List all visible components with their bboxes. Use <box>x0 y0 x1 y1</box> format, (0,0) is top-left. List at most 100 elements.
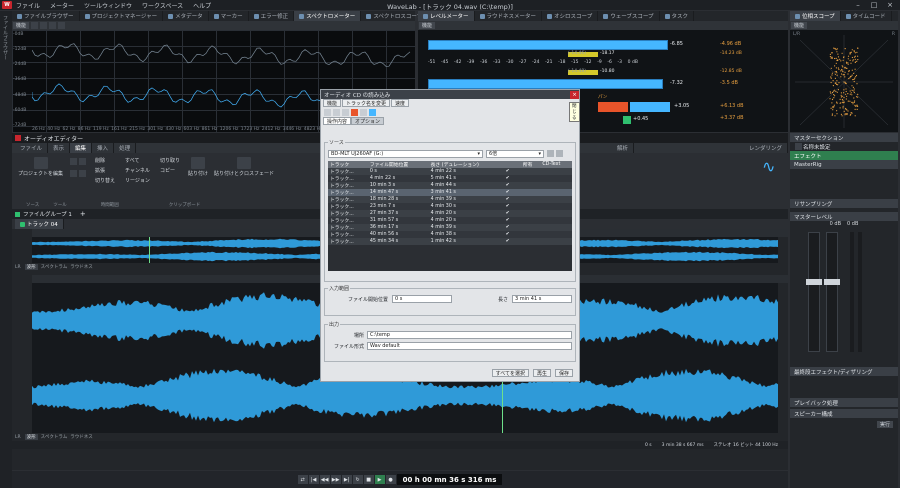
go-end-icon[interactable]: ▶| <box>342 475 352 484</box>
table-row[interactable]: トラック... 14 min 47 s3 min 41 s ✔ <box>328 189 572 196</box>
dialog-close-icon[interactable]: × <box>570 91 579 99</box>
overview-tab-spectrum[interactable]: スペクトラム <box>41 264 68 270</box>
length-field[interactable]: 3 min 41 s <box>512 295 572 303</box>
track-tab[interactable]: トラック 04 <box>15 219 64 229</box>
menu-meter[interactable]: メーター <box>50 1 74 10</box>
rewind-icon[interactable]: ◀◀ <box>320 475 330 484</box>
table-row[interactable]: トラック... 27 min 37 s4 min 20 s ✔ <box>328 210 572 217</box>
ribbon-tab-file[interactable]: ファイル <box>15 143 48 153</box>
settings-icon[interactable] <box>31 22 38 29</box>
save-button[interactable]: 保存 <box>555 369 573 377</box>
tab-error-correction[interactable]: エラー修正 <box>249 11 295 21</box>
speed-select[interactable]: 6倍 ▾ <box>486 150 544 158</box>
fader-left-knob[interactable] <box>806 279 822 285</box>
copy-button[interactable]: コピー <box>160 167 180 174</box>
toggle-button[interactable]: 切り替え <box>95 177 115 184</box>
meter-features-menu[interactable]: 機能 <box>419 22 435 29</box>
tab-level-meter[interactable]: レベルメーター <box>418 11 475 21</box>
paste-crossfade-button[interactable]: 貼り付けとクロスフェード <box>214 157 274 177</box>
stop-icon[interactable]: ■ <box>364 475 374 484</box>
render-button[interactable]: 実行 <box>877 421 893 428</box>
speaker-tool-icon[interactable] <box>79 170 86 177</box>
info-icon[interactable] <box>324 109 331 116</box>
record-icon[interactable]: ● <box>386 475 396 484</box>
play-button[interactable]: 再生 <box>533 369 551 377</box>
rip-icon[interactable] <box>351 109 358 116</box>
tab-oscilloscope[interactable]: オシロスコープ <box>542 11 598 21</box>
fader-right[interactable] <box>826 232 838 352</box>
table-row[interactable]: トラック... 4 min 22 s5 min 41 s ✔ <box>328 175 572 182</box>
loop-icon[interactable]: ⇄ <box>298 475 308 484</box>
dialog-menu-speed[interactable]: 速度 <box>391 99 409 107</box>
preset-icon[interactable] <box>795 143 802 150</box>
resampling-header[interactable]: リサンプリング <box>790 199 898 208</box>
cd-icon[interactable] <box>333 109 340 116</box>
go-start-icon[interactable]: |◀ <box>309 475 319 484</box>
table-row[interactable]: トラック... 23 min 7 s4 min 30 s ✔ <box>328 203 572 210</box>
final-effects-header[interactable]: 最終段エフェクト/ディザリング <box>790 367 898 376</box>
master-level-header[interactable]: マスターレベル <box>790 212 898 221</box>
col-check[interactable] <box>504 161 516 168</box>
table-row[interactable]: トラック... 31 min 57 s4 min 20 s ✔ <box>328 217 572 224</box>
tab-file-browser[interactable]: ファイルブラウザー <box>12 11 80 21</box>
tab-project-manager[interactable]: プロジェクトマネージャー <box>80 11 164 21</box>
ribbon-tab-insert[interactable]: 挿入 <box>92 143 114 153</box>
masterrig-slot[interactable]: MasterRig <box>790 160 898 169</box>
dialog-menu-rename[interactable]: トラック名を変更 <box>342 99 390 107</box>
hand-tool-icon[interactable] <box>70 170 77 177</box>
expand-button[interactable]: 拡張 <box>95 167 115 174</box>
file-group-tab[interactable]: ファイルグループ 1 <box>23 210 72 218</box>
col-length[interactable]: 長さ (デュレーション) <box>429 161 504 168</box>
ribbon-tab-edit[interactable]: 編集 <box>70 143 92 153</box>
cut-button[interactable]: 切り取り <box>160 157 180 164</box>
table-row[interactable]: トラック... 10 min 3 s4 min 44 s ✔ <box>328 182 572 189</box>
refresh-icon[interactable] <box>360 109 367 116</box>
ribbon-tab-process[interactable]: 処理 <box>114 143 136 153</box>
phase-features-menu[interactable]: 機能 <box>791 22 807 29</box>
col-owner[interactable]: 所有 <box>521 161 541 168</box>
features-menu[interactable]: 機能 <box>13 22 29 29</box>
fader-left[interactable] <box>808 232 820 352</box>
status-selection[interactable]: 3 min 38 s 667 ms <box>662 443 704 448</box>
tab-task[interactable]: タスク <box>660 11 695 21</box>
playback-header[interactable]: プレイバック処理 <box>790 398 898 407</box>
dialog-tab-operations[interactable]: 操作内容 <box>323 117 351 125</box>
channel-button[interactable]: チャンネル <box>125 167 150 174</box>
pencil-tool-icon[interactable] <box>70 158 77 165</box>
snapshot-icon[interactable] <box>49 22 56 29</box>
tab-marker[interactable]: マーカー <box>209 11 249 21</box>
overview-cursor[interactable] <box>149 237 150 263</box>
disc-icon[interactable] <box>547 150 554 157</box>
overview-tab-loudness[interactable]: ラウドネス <box>70 264 93 270</box>
forward-icon[interactable]: ▶▶ <box>331 475 341 484</box>
eject-icon[interactable] <box>342 109 349 116</box>
transport-time[interactable]: 00 h 00 mn 36 s 316 ms <box>397 474 503 485</box>
drive-select[interactable]: BD-MLT UJ260AF (G:) ▾ <box>328 150 483 158</box>
table-row[interactable]: トラック... 36 min 17 s4 min 39 s ✔ <box>328 224 572 231</box>
main-tab-wave[interactable]: 波形 <box>25 434 38 440</box>
fader-right-knob[interactable] <box>824 279 840 285</box>
tab-loudness-meter[interactable]: ラウドネスメーター <box>475 11 543 21</box>
maximize-icon[interactable]: □ <box>866 1 882 9</box>
effects-header[interactable]: エフェクト <box>790 151 898 160</box>
menu-tool-window[interactable]: ツールウィンドウ <box>84 1 132 10</box>
table-row[interactable]: トラック... 0 s4 min 22 s ✔ <box>328 168 572 175</box>
tab-wavescope[interactable]: ウェーブスコープ <box>598 11 659 21</box>
freeze-icon[interactable] <box>40 22 47 29</box>
sidebar-file-browser[interactable]: ファイルブラウザー <box>2 15 9 60</box>
globe-icon[interactable] <box>369 109 376 116</box>
table-row[interactable]: トラック... 18 min 28 s4 min 39 s ✔ <box>328 196 572 203</box>
tab-metadata[interactable]: メタデータ <box>163 11 209 21</box>
tab-spectrometer[interactable]: スペクトロメーター <box>294 11 361 21</box>
camera-icon[interactable] <box>58 22 65 29</box>
dialog-tab-options[interactable]: オプション <box>351 117 384 125</box>
region-button[interactable]: リージョン <box>125 177 150 184</box>
eject-disc-icon[interactable] <box>556 150 563 157</box>
paste-button[interactable]: 貼り付け <box>188 157 208 177</box>
menu-workspace[interactable]: ワークスペース <box>142 1 183 10</box>
table-row[interactable]: トラック... 45 min 34 s1 min 42 s ✔ <box>328 238 572 245</box>
status-format[interactable]: ステレオ 16 ビット 44 100 Hz <box>714 442 778 448</box>
edit-project-button[interactable]: プロジェクトを編集 <box>18 157 63 177</box>
select-all-tracks-button[interactable]: すべてを選択 <box>492 369 529 377</box>
start-field[interactable]: 0 s <box>392 295 452 303</box>
